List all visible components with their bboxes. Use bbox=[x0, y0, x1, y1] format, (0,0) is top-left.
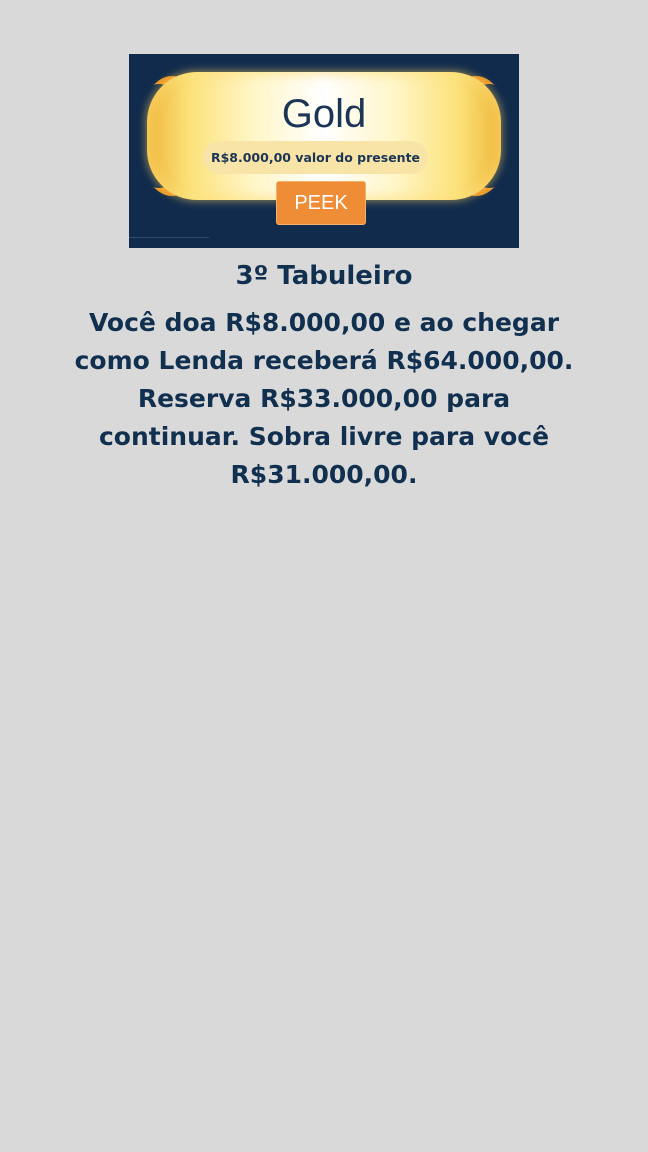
gold-banner-image: Gold R$8.000,00 valor do presente PEEK bbox=[129, 54, 519, 248]
gift-value-badge: R$8.000,00 valor do presente bbox=[203, 141, 428, 174]
peek-button[interactable]: PEEK bbox=[276, 181, 366, 225]
banner-title: Gold bbox=[281, 92, 367, 136]
board-heading: 3º Tabuleiro bbox=[235, 261, 413, 291]
board-description: Você doa R$8.000,00 e ao chegar como Len… bbox=[74, 308, 574, 489]
banner-divider bbox=[129, 237, 209, 238]
